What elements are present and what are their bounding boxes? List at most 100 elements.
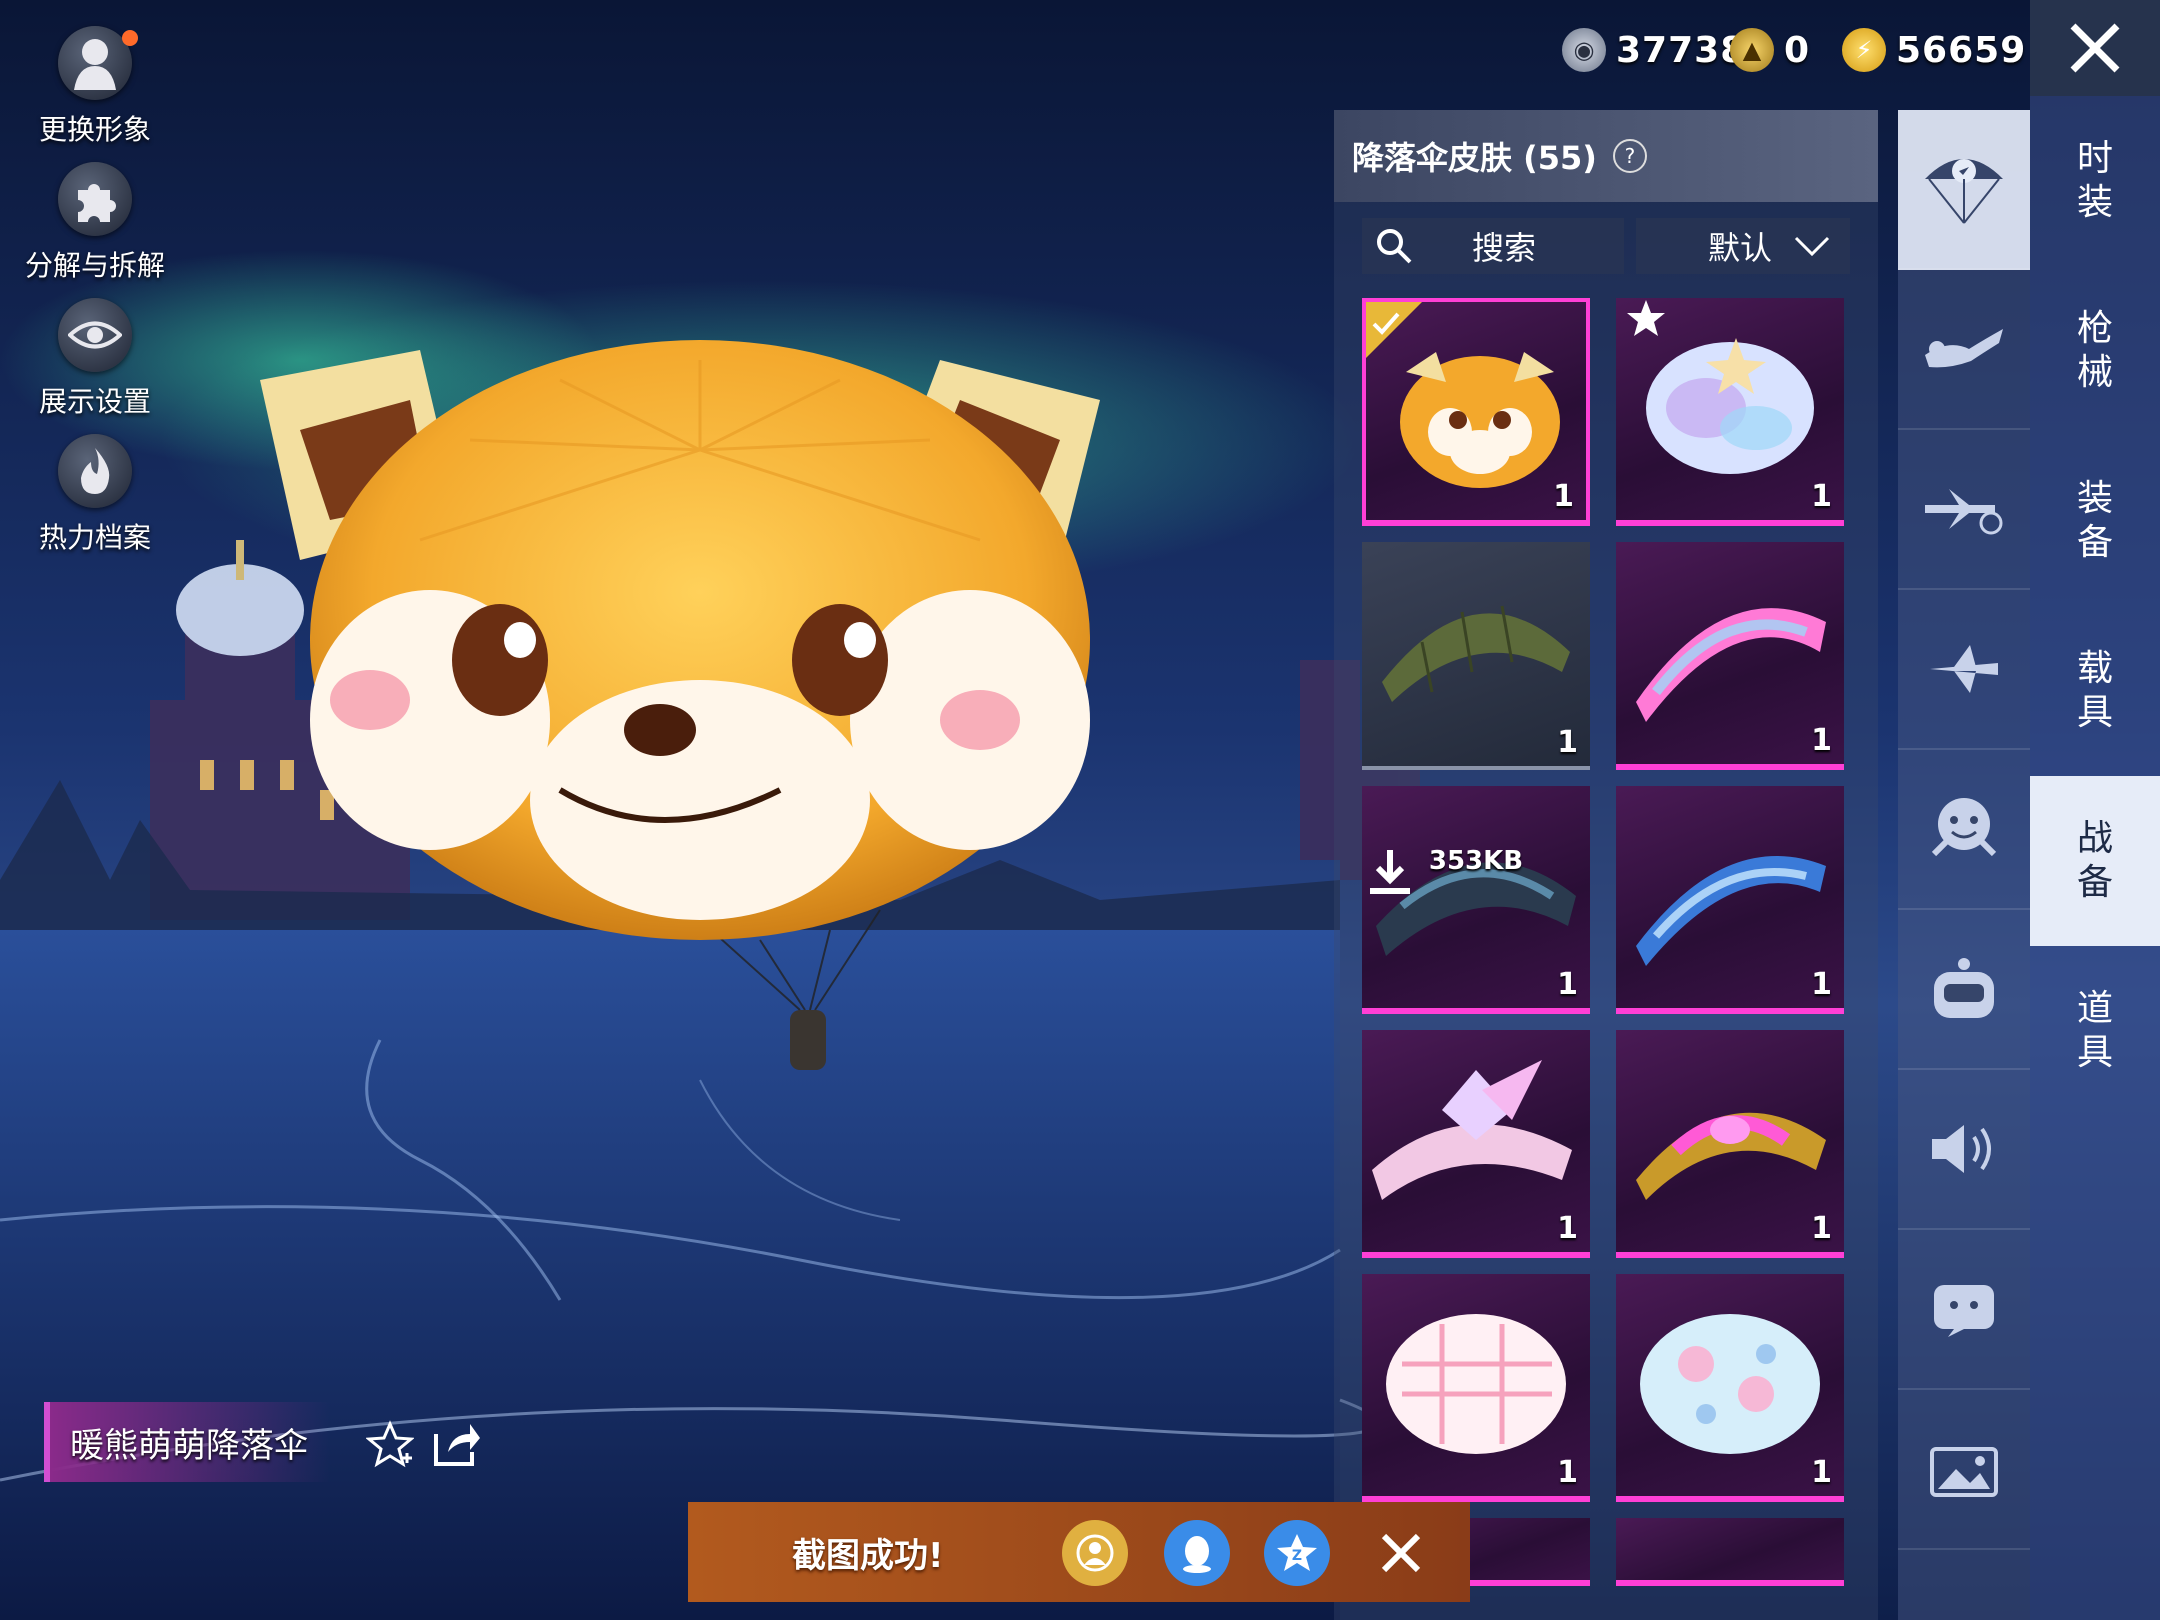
silver-currency-value: 37738 [1616,29,1747,71]
nav-item-label: 装备 [2076,478,2113,563]
item-count: 1 [1811,723,1832,758]
puzzle-icon [58,162,132,236]
parachute-thumbnail [1636,1112,1826,1200]
skin-item[interactable]: 353KB 1 [1362,786,1590,1014]
tab-skydive-emote[interactable] [1898,270,2030,430]
decompose-button[interactable]: 分解与拆解 [20,162,170,284]
notification-dot [122,30,138,46]
search-icon [1377,229,1412,264]
skin-item[interactable]: 1 [1616,786,1844,1014]
close-icon [1381,1533,1421,1573]
equipped-check-icon [1366,302,1422,358]
parachute-thumbnail [1636,608,1826,722]
screenshot-toast: 截图成功! Z [688,1502,1470,1602]
item-count: 1 [1811,479,1832,514]
tab-plane[interactable] [1898,590,2030,750]
silver-coin-icon: ◉ [1562,28,1606,72]
skin-item[interactable]: 1 [1616,542,1844,770]
share-qq-button[interactable] [1164,1520,1230,1586]
panel-title: 降落伞皮肤 (55) [1352,139,1597,177]
nav-item-5[interactable]: 道具 [2030,946,2160,1116]
panel-header: 降落伞皮肤 (55) ? [1334,110,1878,202]
nav-item-2[interactable]: 装备 [2030,436,2160,606]
item-count: 1 [1557,1211,1578,1246]
gold-coin-icon: ▲ [1730,28,1774,72]
skin-item[interactable]: 1 [1362,1274,1590,1502]
tab-companion[interactable] [1898,910,2030,1070]
nav-item-1[interactable]: 枪械 [2030,266,2160,436]
tab-plane-trail[interactable] [1898,430,2030,590]
nav-item-label: 道具 [2076,988,2113,1073]
gold-currency-value: 0 [1784,29,1811,71]
share-button[interactable] [430,1420,482,1472]
skin-item[interactable]: 1 [1616,1274,1844,1502]
change-avatar-button[interactable]: 更换形象 [20,26,170,148]
tab-sticker[interactable] [1898,1230,2030,1390]
item-count: 1 [1557,725,1578,760]
picture-icon [1930,1447,1998,1497]
toast-message: 截图成功! [792,1535,944,1576]
share-qzone-button[interactable]: Z [1264,1520,1330,1586]
skydiver-icon [1925,329,2003,368]
skin-item[interactable]: 1 [1362,1030,1590,1258]
item-count: 1 [1811,1211,1832,1246]
download-icon [1370,850,1410,894]
parachute-thumbnail [1640,1314,1820,1454]
penguin-icon [1183,1536,1211,1573]
chat-face-icon [1934,1285,1994,1337]
toast-close-button[interactable] [1368,1520,1434,1586]
nav-item-3[interactable]: 载具 [2030,606,2160,776]
main-category-nav: 时装枪械装备载具战备道具 [2030,96,2160,1620]
parachute-thumbnail [1382,605,1570,702]
silver-currency[interactable]: ◉ 37738 [1562,26,1746,74]
tab-emote[interactable] [1898,750,2030,910]
tab-gallery[interactable] [1898,1390,2030,1550]
search-input[interactable]: 搜索 [1362,218,1624,274]
skin-item[interactable]: 1 [1616,1030,1844,1258]
parachute-icon [1925,159,2003,224]
chevron-down-icon [1794,236,1830,257]
skin-item[interactable] [1616,1518,1844,1586]
robot-icon [1934,958,1994,1018]
avatar-icon [58,26,138,100]
smiley-icon [1931,798,1997,857]
category-tabs [1898,110,2030,1620]
share-friend-button[interactable] [1062,1520,1128,1586]
skin-panel: 降落伞皮肤 (55) ? 搜索 默认 1 1 1 1 353KB 1 1 1 1 1 1 [1334,110,1878,1620]
close-icon [2070,23,2120,73]
tab-parachute[interactable] [1898,110,2030,270]
item-count: 1 [1557,1455,1578,1490]
share-icon [434,1424,480,1466]
speaker-icon [1932,1125,1991,1173]
item-count: 1 [1811,967,1832,1002]
nav-item-label: 时装 [2076,138,2113,223]
nav-item-label: 载具 [2076,648,2113,733]
parachute-thumbnail [1372,1060,1572,1200]
display-settings-button[interactable]: 展示设置 [20,298,170,420]
heat-archive-label: 热力档案 [38,521,151,554]
gold-currency[interactable]: ▲ 0 [1730,26,1810,74]
display-settings-label: 展示设置 [38,385,151,418]
lightning-currency[interactable]: ⚡ 56659 [1842,26,2026,74]
star-icon [1627,300,1665,336]
skin-item[interactable]: 1 [1616,298,1844,526]
nav-item-4[interactable]: 战备 [2030,776,2160,946]
skin-item[interactable]: 1 [1362,542,1590,770]
close-button[interactable] [2030,0,2160,96]
nav-item-label: 战备 [2076,818,2113,903]
favorite-button[interactable] [365,1420,415,1472]
change-avatar-label: 更换形象 [38,113,151,146]
download-overlay: 353KB [1362,846,1590,894]
item-name-bar: 暖熊萌萌降落伞 [44,1402,330,1482]
tab-voice[interactable] [1898,1070,2030,1230]
item-count: 1 [1553,479,1574,514]
heat-archive-button[interactable]: 热力档案 [20,434,170,556]
help-icon[interactable]: ? [1612,139,1647,173]
decompose-label: 分解与拆解 [24,249,165,282]
skin-item[interactable]: 1 [1362,298,1590,526]
item-count: 1 [1811,1455,1832,1490]
nav-item-0[interactable]: 时装 [2030,96,2160,266]
parachute-thumbnail [1636,856,1826,966]
sort-dropdown[interactable]: 默认 [1636,218,1850,274]
airplane-trail-icon [1925,489,2003,535]
